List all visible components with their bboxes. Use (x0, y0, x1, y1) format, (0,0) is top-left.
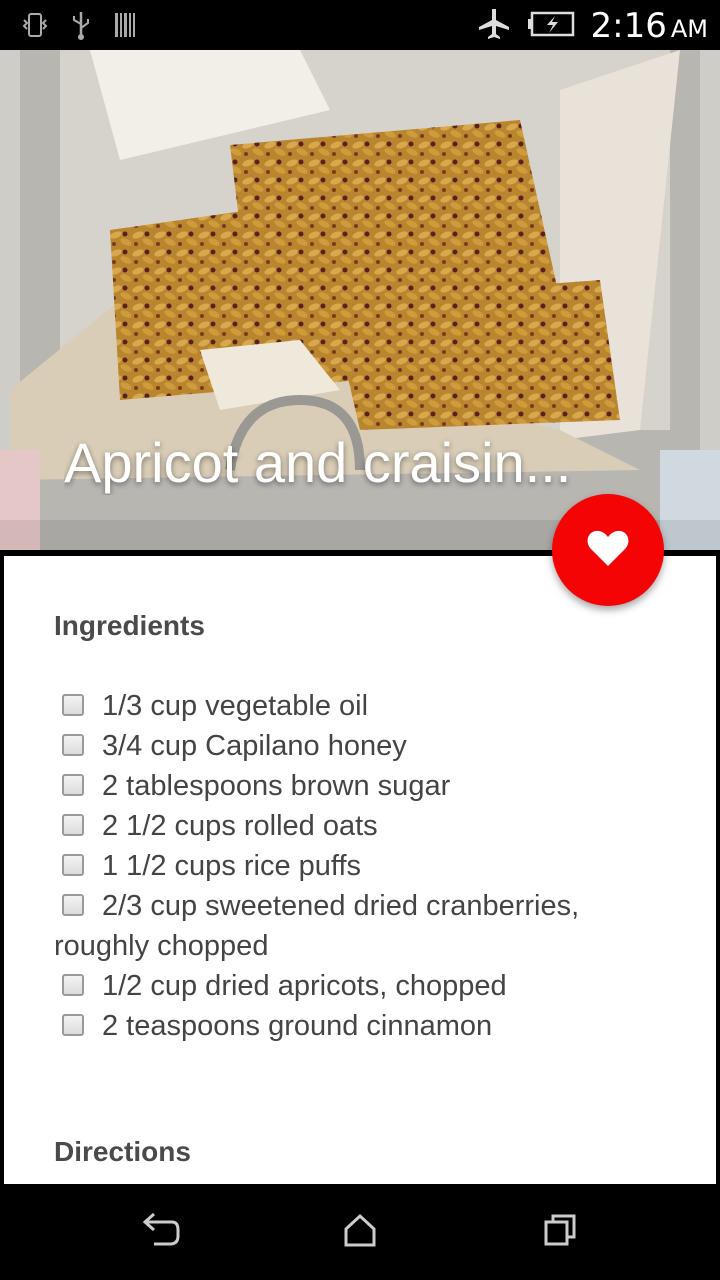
home-icon (343, 1213, 377, 1252)
ingredients-heading: Ingredients (54, 610, 205, 641)
time-ampm: AM (670, 15, 708, 43)
ingredient-label: 2 tablespoons brown sugar (102, 770, 451, 802)
directions-heading: Directions (54, 1136, 191, 1167)
ingredient-item[interactable]: 3/4 cup Capilano honey (54, 726, 664, 766)
ingredient-checkbox[interactable] (62, 814, 84, 836)
ingredient-checkbox[interactable] (62, 1014, 84, 1036)
ingredient-checkbox[interactable] (62, 854, 84, 876)
ingredients-list: 1/3 cup vegetable oil 3/4 cup Capilano h… (54, 686, 664, 1046)
vibrate-icon (22, 10, 48, 45)
ingredient-checkbox[interactable] (62, 894, 84, 916)
usb-icon (70, 10, 92, 45)
recipe-title: Apricot and craisin... (64, 431, 572, 494)
airplane-mode-icon (477, 7, 511, 46)
navigation-bar (0, 1184, 720, 1280)
barcode-icon (114, 11, 136, 44)
back-icon (140, 1212, 180, 1253)
heart-icon (586, 528, 630, 573)
recipe-hero-image: Apricot and craisin... (0, 50, 720, 550)
ingredient-item[interactable]: 2/3 cup sweetened dried cranberries, rou… (54, 886, 664, 966)
ingredient-label: 2 teaspoons ground cinnamon (102, 1010, 493, 1042)
status-bar: 2:16 AM (0, 0, 720, 50)
ingredient-checkbox[interactable] (62, 974, 84, 996)
ingredient-label: 1/2 cup dried apricots, chopped (102, 970, 507, 1002)
recipe-card[interactable]: Ingredients 1/3 cup vegetable oil 3/4 cu… (4, 556, 716, 1184)
ingredient-item[interactable]: 1/3 cup vegetable oil (54, 686, 664, 726)
ingredient-label: 3/4 cup Capilano honey (102, 730, 407, 762)
ingredient-checkbox[interactable] (62, 694, 84, 716)
favorite-button[interactable] (552, 494, 664, 606)
back-button[interactable] (130, 1210, 190, 1254)
recents-button[interactable] (530, 1210, 590, 1254)
ingredient-item[interactable]: 1 1/2 cups rice puffs (54, 846, 664, 886)
recents-icon (543, 1213, 577, 1252)
ingredient-item[interactable]: 2 teaspoons ground cinnamon (54, 1006, 664, 1046)
home-button[interactable] (330, 1210, 390, 1254)
ingredient-label: 2/3 cup sweetened dried cranberries, rou… (54, 890, 580, 962)
battery-charging-icon (527, 10, 575, 43)
ingredient-label: 1/3 cup vegetable oil (102, 690, 369, 722)
ingredient-item[interactable]: 2 tablespoons brown sugar (54, 766, 664, 806)
ingredient-item[interactable]: 2 1/2 cups rolled oats (54, 806, 664, 846)
ingredient-checkbox[interactable] (62, 734, 84, 756)
ingredient-label: 2 1/2 cups rolled oats (102, 810, 378, 842)
ingredient-label: 1 1/2 cups rice puffs (102, 850, 362, 882)
ingredient-checkbox[interactable] (62, 774, 84, 796)
time-value: 2:16 (590, 6, 667, 46)
ingredient-item[interactable]: 1/2 cup dried apricots, chopped (54, 966, 664, 1006)
status-time: 2:16 AM (591, 6, 708, 46)
